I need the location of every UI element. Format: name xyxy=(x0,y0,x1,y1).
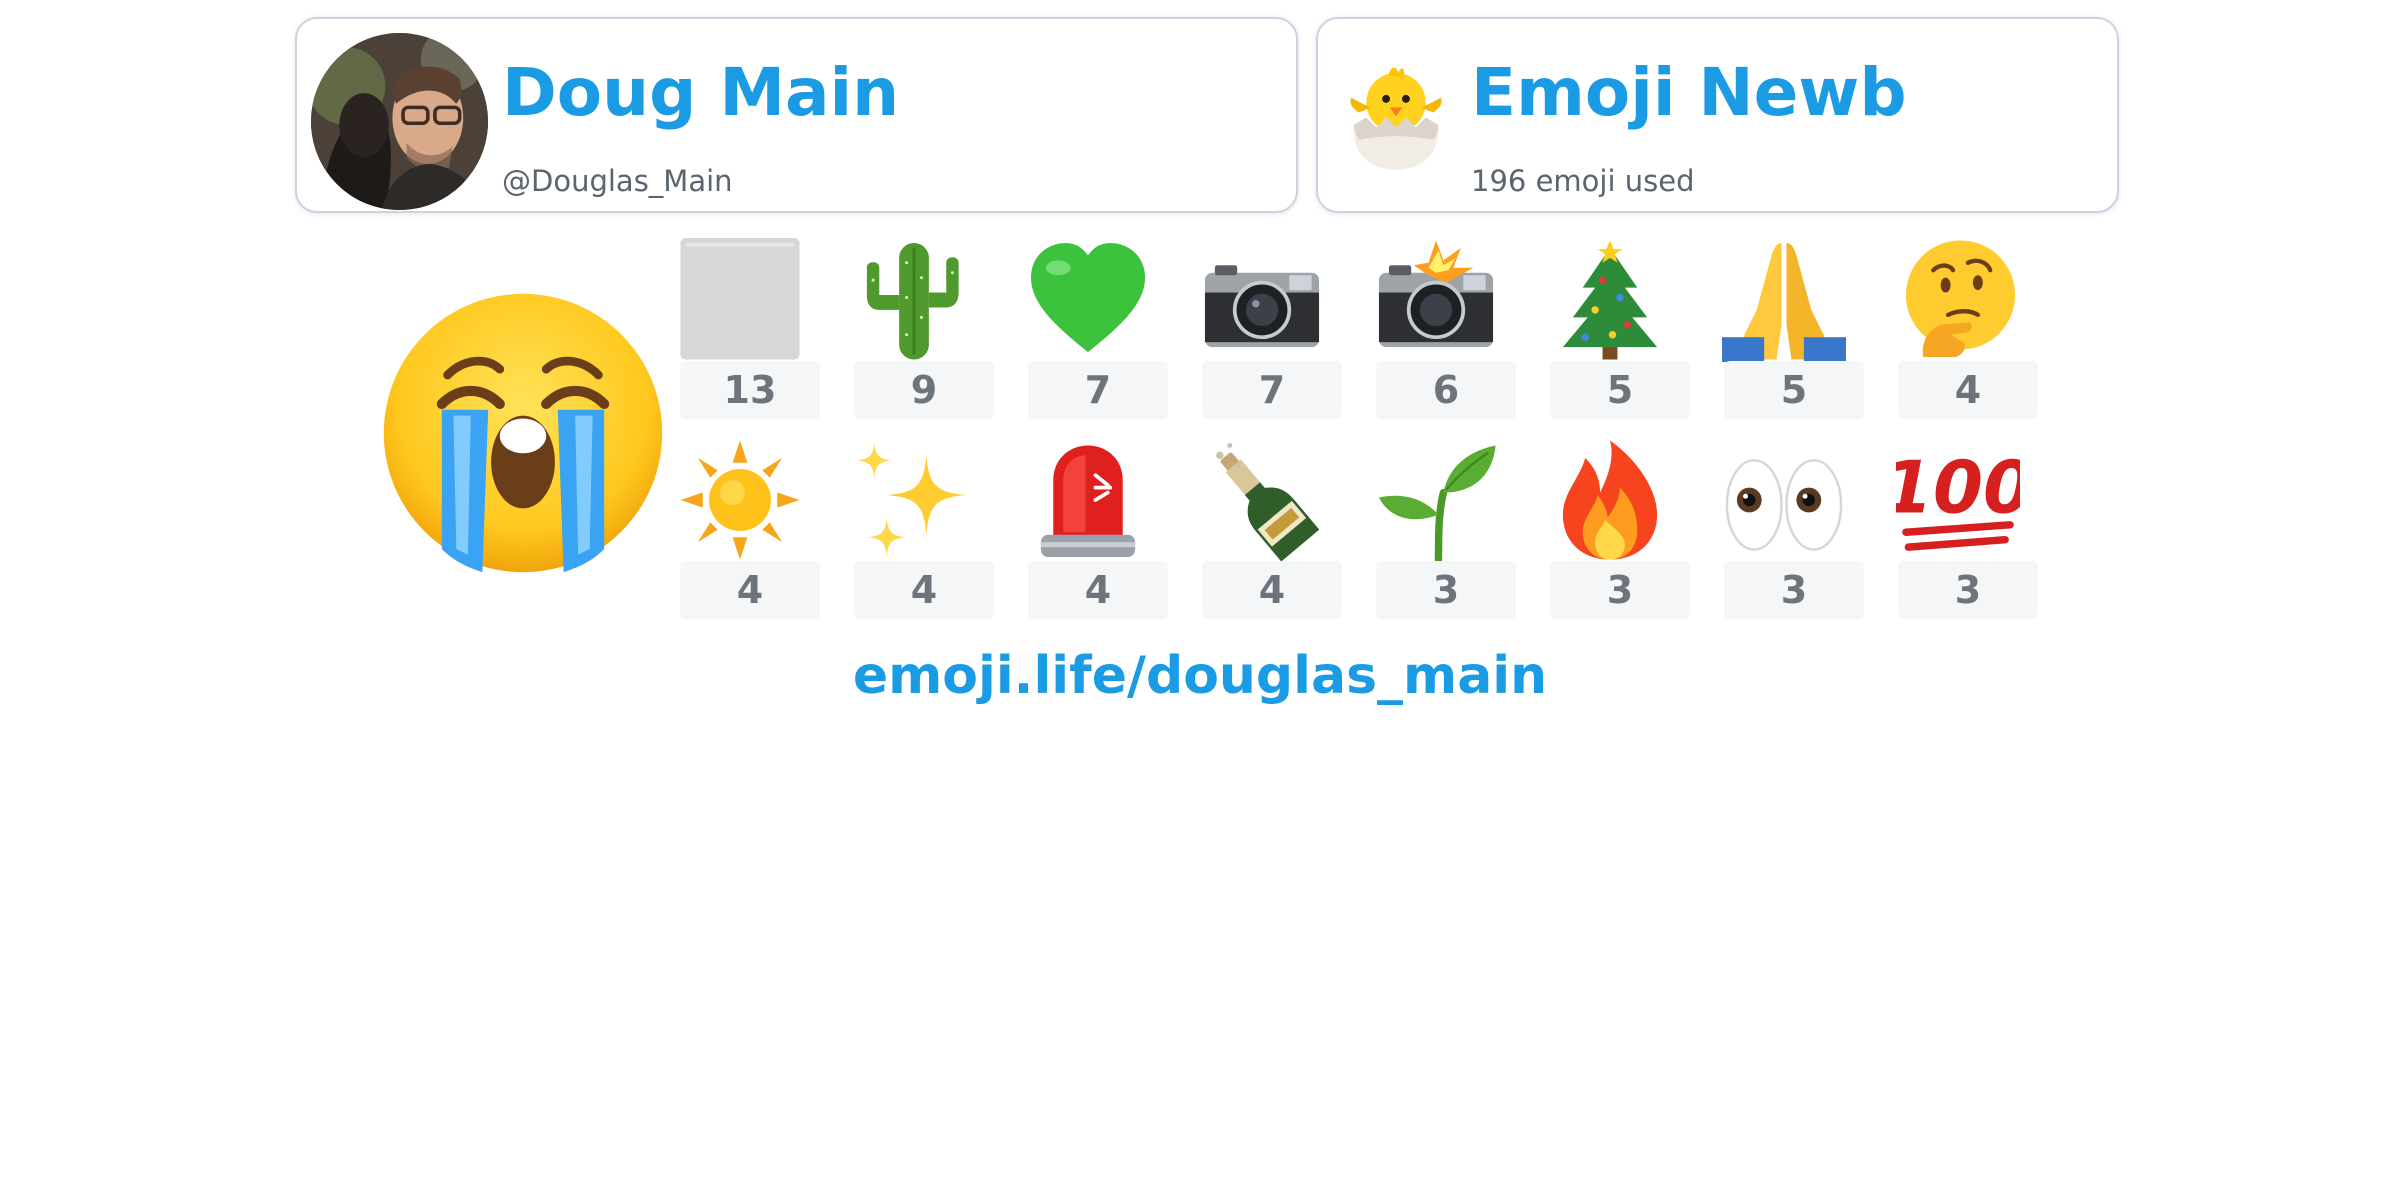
share-card: Doug Main @Douglas_Main Emoji Newb 196 e… xyxy=(0,0,2400,1200)
emoji-stat-item[interactable]: 3 xyxy=(1722,438,1864,620)
emoji-stat-item[interactable]: 6 xyxy=(1374,238,1516,420)
emoji-stat-item[interactable]: 5 xyxy=(1548,238,1690,420)
emoji-count: 4 xyxy=(854,561,994,619)
user-profile-card[interactable]: Doug Main @Douglas_Main xyxy=(295,17,1298,213)
champagne-bottle-icon xyxy=(1200,438,1324,562)
fire-icon xyxy=(1548,438,1672,562)
green-heart-icon xyxy=(1026,238,1150,362)
loudly-crying-face-icon xyxy=(378,288,668,578)
emoji-count: 7 xyxy=(1028,361,1168,419)
hundred-points-icon: 100 xyxy=(1896,438,2020,562)
folded-hands-icon xyxy=(1722,238,1846,362)
emoji-count: 3 xyxy=(1550,561,1690,619)
seedling-icon xyxy=(1374,438,1498,562)
emoji-stat-item[interactable]: 4 xyxy=(1200,438,1342,620)
emoji-count: 4 xyxy=(1898,361,2038,419)
emoji-stat-item[interactable]: 3 xyxy=(1374,438,1516,620)
emoji-count: 9 xyxy=(854,361,994,419)
emoji-count: 3 xyxy=(1898,561,2038,619)
christmas-tree-icon xyxy=(1548,238,1672,362)
user-photo-icon xyxy=(311,33,488,210)
profile-link[interactable]: emoji.life/douglas_main xyxy=(0,650,2400,702)
svg-text:100: 100 xyxy=(1896,445,2020,529)
emoji-count: 7 xyxy=(1202,361,1342,419)
emoji-stat-item[interactable]: 4 xyxy=(1896,238,2038,420)
avatar[interactable] xyxy=(311,33,488,210)
emoji-stat-item[interactable]: 3 xyxy=(1548,438,1690,620)
emoji-count: 4 xyxy=(1202,561,1342,619)
emoji-count: 5 xyxy=(1550,361,1690,419)
emoji-stat-item[interactable]: 7 xyxy=(1026,238,1168,420)
emoji-count: 13 xyxy=(680,361,820,419)
emoji-stat-item[interactable]: 7 xyxy=(1200,238,1342,420)
emoji-stat-item[interactable]: 4 xyxy=(678,438,820,620)
emoji-stat-item[interactable]: 4 xyxy=(1026,438,1168,620)
emoji-stat-item[interactable]: 4 xyxy=(852,438,994,620)
sun-icon xyxy=(678,438,802,562)
emoji-count: 4 xyxy=(1028,561,1168,619)
eyes-icon xyxy=(1722,438,1846,562)
user-handle: @Douglas_Main xyxy=(502,164,733,198)
emoji-count: 3 xyxy=(1376,561,1516,619)
sparkles-icon xyxy=(852,438,976,562)
camera-icon xyxy=(1200,238,1324,362)
emoji-used-count: 196 emoji used xyxy=(1471,164,1695,198)
emoji-stat-item[interactable]: 13 xyxy=(678,238,820,420)
emoji-stat-item[interactable]: 5 xyxy=(1722,238,1864,420)
emoji-count: 4 xyxy=(680,561,820,619)
emoji-count: 3 xyxy=(1724,561,1864,619)
emoji-stat-item[interactable]: 9 xyxy=(852,238,994,420)
user-name[interactable]: Doug Main xyxy=(502,60,899,126)
police-light-icon xyxy=(1026,438,1150,562)
hatching-chick-icon xyxy=(1334,53,1458,177)
cactus-icon xyxy=(852,238,976,362)
camera-with-flash-icon xyxy=(1374,238,1498,362)
rank-title: Emoji Newb xyxy=(1471,54,1907,131)
blank-tile-icon xyxy=(678,238,802,362)
emoji-stat-item[interactable]: 100 3 xyxy=(1896,438,2038,620)
rank-card: Emoji Newb 196 emoji used xyxy=(1316,17,2119,213)
emoji-count: 6 xyxy=(1376,361,1516,419)
thinking-face-icon xyxy=(1896,238,2020,362)
emoji-count: 5 xyxy=(1724,361,1864,419)
